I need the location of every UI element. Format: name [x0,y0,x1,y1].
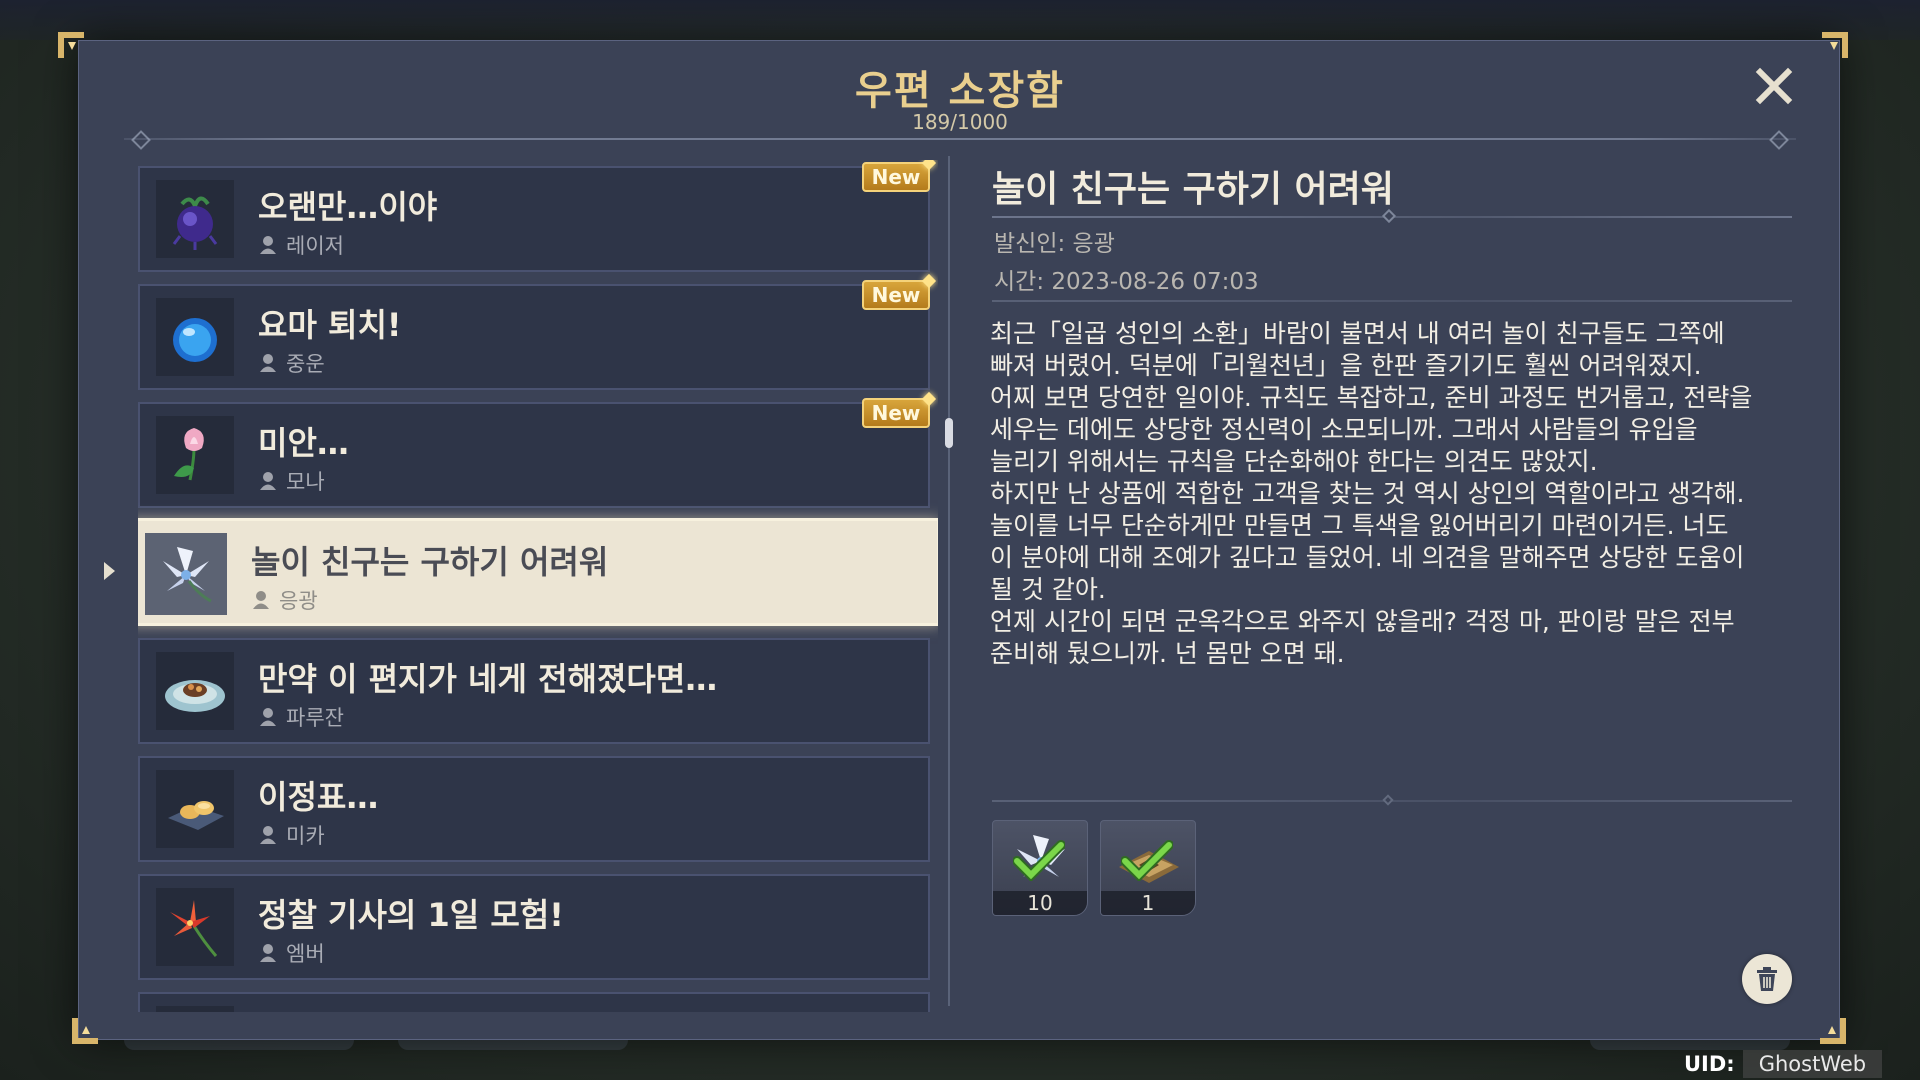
sender-name: 모나 [286,470,325,494]
mail-subject: 요마 퇴치! [258,306,402,344]
sender-name: 미카 [286,824,325,848]
claimed-check-icon [1013,840,1065,881]
claimed-check-icon [1121,840,1173,881]
corner-ornament-icon [1820,30,1850,60]
corner-ornament-icon [1818,1016,1848,1046]
attachment-item[interactable]: 10 [992,820,1088,916]
mail-list-item[interactable]: 오랜만…이야 레이저 New [138,162,930,272]
header-divider [124,138,1796,140]
mail-sender: 응광 [251,585,318,615]
mail-list-item[interactable]: 이정표… 미카 [138,756,930,862]
person-icon [260,944,276,962]
detail-divider [992,300,1792,302]
mail-detail-time: 시간: 2023-08-26 07:03 [994,269,1259,295]
person-icon [253,591,269,609]
attachment-divider [992,794,1792,806]
mail-list-item[interactable]: 요마 퇴치! 중운 New [138,280,930,390]
mail-subject: 이정표… [258,778,379,816]
sender-name: 엠버 [286,942,325,966]
purple-flower-icon [156,180,234,258]
background-topbar [0,0,1920,40]
mail-list-item-partial[interactable] [138,992,930,1012]
sender-name: 중운 [286,352,325,376]
new-badge: New [862,280,930,310]
blue-orb-icon [156,298,234,376]
uid-value: GhostWeb [1742,1050,1883,1078]
attachment-list: 10 1 [992,820,1196,916]
mail-list-item[interactable]: 정찰 기사의 1일 모험! 엠버 [138,874,930,980]
mail-sender: 미카 [258,820,325,850]
uid-display: UID: GhostWeb [1684,1050,1883,1078]
pink-lotus-icon [156,416,234,494]
mail-list-item[interactable]: 만약 이 편지가 네게 전해졌다면… 파루잔 [138,638,930,744]
delete-button[interactable] [1742,954,1792,1004]
corner-ornament-icon [70,1016,100,1046]
mail-detail-subject: 놀이 친구는 구하기 어려워 [992,169,1394,210]
close-icon [1755,67,1793,105]
attachment-quantity: 10 [993,891,1087,915]
person-icon [260,826,276,844]
corner-ornament-icon [56,30,86,60]
selection-arrow-icon [104,562,115,580]
uid-label: UID: [1684,1052,1735,1076]
new-badge: New [862,398,930,428]
sender-name: 파루잔 [286,706,344,730]
new-badge: New [862,162,930,192]
close-button[interactable] [1752,64,1796,108]
attachment-item[interactable]: 1 [1100,820,1196,916]
mailbox-title: 우편 소장함 [855,68,1065,114]
list-scrollbar-thumb[interactable] [945,418,953,448]
list-scrollbar[interactable] [948,156,950,1006]
person-icon [260,472,276,490]
mail-detail-sender: 발신인: 응광 [994,231,1115,257]
person-icon [260,708,276,726]
red-lily-icon [156,888,234,966]
mail-subject: 미안… [258,424,349,462]
mail-sender: 엠버 [258,938,325,968]
mail-subject: 정찰 기사의 1일 모험! [258,896,564,934]
mail-sender: 중운 [258,348,325,378]
mail-sender: 모나 [258,466,325,496]
sender-name: 응광 [279,589,318,613]
mail-sender: 파루잔 [258,702,344,732]
mail-list[interactable]: 오랜만…이야 레이저 New 요마 퇴치! 중운 New 미안… 모나 New … [138,160,938,1012]
partial-item-icon [156,1006,234,1012]
glaze-lily-icon [145,533,227,615]
dish-plate-icon [156,652,234,730]
person-icon [260,236,276,254]
mail-detail-body: 최근「일곱 성인의 소환」바람이 불면서 내 여러 놀이 친구들도 그쪽에 빠져… [990,319,1753,668]
person-icon [260,354,276,372]
mail-list-item[interactable]: 미안… 모나 New [138,398,930,508]
trash-icon [1757,967,1777,991]
mail-count: 189/1000 [912,110,1008,134]
mail-list-item-selected[interactable]: 놀이 친구는 구하기 어려워 응광 [138,518,938,626]
sender-name: 레이저 [286,234,344,258]
detail-divider [992,208,1792,224]
pastry-tray-icon [156,770,234,848]
attachment-quantity: 1 [1101,891,1195,915]
mail-sender: 레이저 [258,230,344,260]
mail-subject: 오랜만…이야 [258,188,438,226]
mail-subject: 놀이 친구는 구하기 어려워 [251,543,609,581]
mail-subject: 만약 이 편지가 네게 전해졌다면… [258,660,718,698]
